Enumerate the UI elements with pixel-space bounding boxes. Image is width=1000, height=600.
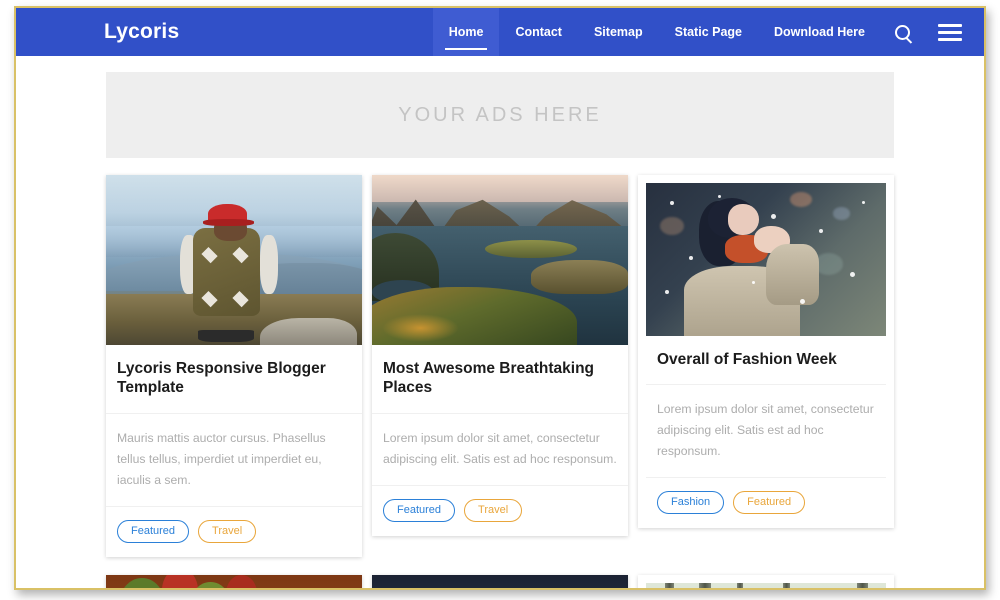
post-thumbnail-burrito-food-with-vegetables[interactable] — [106, 574, 362, 588]
search-icon — [895, 24, 910, 40]
post-thumbnail-hiker-on-mountain-with-backpack[interactable] — [106, 175, 362, 345]
page-content: YOUR ADS HERE Lycoris Responsive Blogger… — [16, 56, 984, 588]
main-navigation: Home Contact Sitemap Static Page Downloa… — [432, 8, 984, 56]
ad-banner[interactable]: YOUR ADS HERE — [106, 72, 894, 158]
hamburger-menu-icon — [938, 20, 962, 45]
menu-toggle-button[interactable] — [924, 8, 976, 56]
post-excerpt: Lorem ipsum dolor sit amet, consectetur … — [372, 414, 628, 486]
post-card-grid: Lycoris Responsive Blogger Template Maur… — [106, 175, 894, 588]
post-title[interactable]: Most Awesome Breathtaking Places — [372, 345, 628, 414]
post-thumbnail-aerial-fjord-islands-landscape[interactable] — [372, 175, 628, 345]
post-title[interactable]: Lycoris Responsive Blogger Template — [106, 345, 362, 414]
nav-item-contact[interactable]: Contact — [499, 8, 578, 56]
nav-item-sitemap-label: Sitemap — [593, 25, 643, 39]
post-card[interactable] — [106, 574, 362, 588]
nav-item-static-page[interactable]: Static Page — [659, 8, 758, 56]
post-title[interactable]: Overall of Fashion Week — [646, 336, 886, 386]
post-tag-featured[interactable]: Featured — [383, 498, 456, 522]
post-card[interactable]: Most Awesome Breathtaking Places Lorem i… — [372, 175, 628, 536]
post-tag-featured[interactable]: Featured — [117, 519, 190, 543]
nav-item-download-here[interactable]: Download Here — [758, 8, 881, 56]
nav-item-home[interactable]: Home — [432, 8, 500, 56]
post-thumbnail-child-in-snowy-forest[interactable] — [646, 582, 886, 588]
ad-banner-label: YOUR ADS HERE — [398, 103, 602, 126]
post-thumbnail-dusk-mountain-valley[interactable] — [372, 574, 628, 588]
post-excerpt: Mauris mattis auctor cursus. Phasellus t… — [106, 414, 362, 507]
page-frame: Lycoris Home Contact Sitemap Static Page… — [14, 6, 986, 590]
nav-item-sitemap[interactable]: Sitemap — [578, 8, 659, 56]
navbar: Lycoris Home Contact Sitemap Static Page… — [16, 8, 984, 56]
search-button[interactable] — [881, 8, 924, 56]
post-tag-list: Fashion Featured — [646, 478, 886, 528]
site-brand-logo[interactable]: Lycoris — [16, 8, 179, 56]
nav-item-download-here-label: Download Here — [774, 25, 865, 39]
post-tag-list: Featured Travel — [372, 486, 628, 536]
post-tag-fashion[interactable]: Fashion — [657, 491, 725, 515]
post-excerpt: Lorem ipsum dolor sit amet, consectetur … — [646, 385, 886, 479]
nav-item-contact-label: Contact — [515, 25, 562, 39]
post-card[interactable]: Overall of Fashion Week Lorem ipsum dolo… — [638, 175, 894, 529]
post-thumbnail-woman-in-snowy-city-night[interactable] — [646, 183, 886, 336]
post-tag-travel[interactable]: Travel — [198, 519, 257, 543]
post-card[interactable]: Lycoris Responsive Blogger Template Maur… — [106, 175, 362, 557]
post-tag-featured[interactable]: Featured — [733, 491, 806, 515]
post-card[interactable] — [372, 574, 628, 588]
nav-item-home-label: Home — [448, 25, 484, 39]
post-tag-list: Featured Travel — [106, 507, 362, 557]
post-card[interactable] — [638, 574, 894, 588]
post-tag-travel[interactable]: Travel — [464, 498, 523, 522]
nav-item-static-page-label: Static Page — [674, 25, 742, 39]
